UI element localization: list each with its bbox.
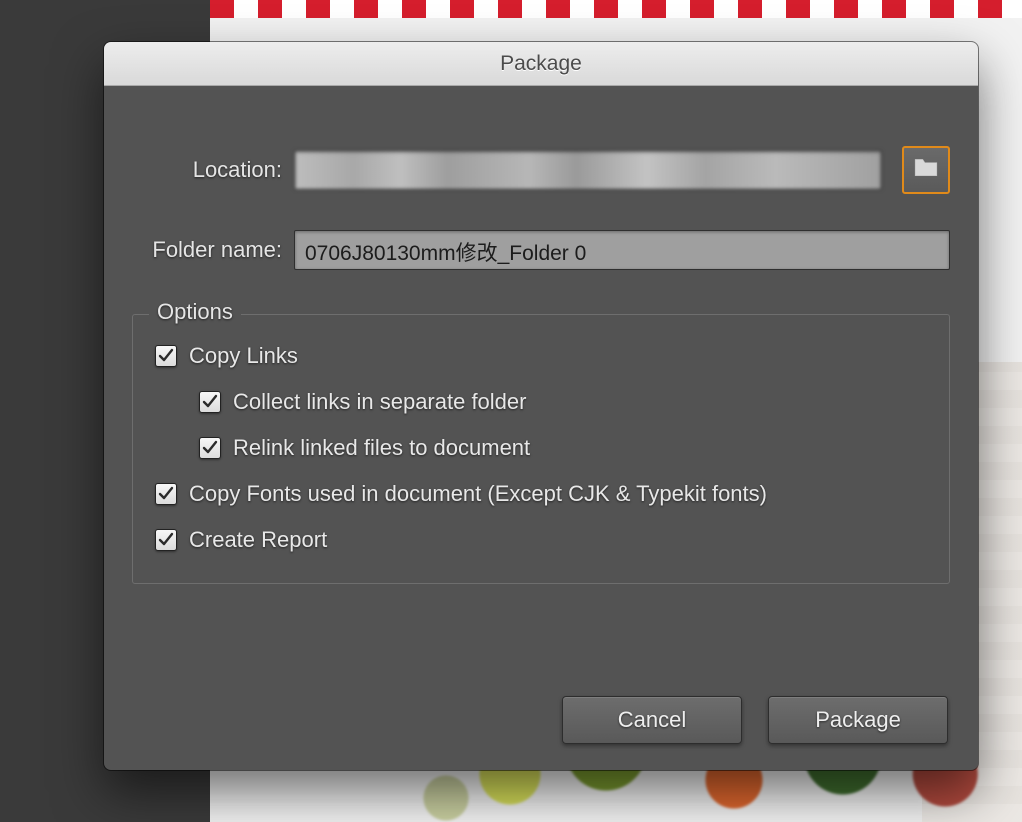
copy-links-checkbox[interactable] bbox=[155, 345, 177, 367]
package-button-label: Package bbox=[815, 707, 901, 733]
create-report-label: Create Report bbox=[189, 527, 327, 553]
copy-fonts-row: Copy Fonts used in document (Except CJK … bbox=[155, 481, 927, 507]
copy-links-row: Copy Links bbox=[155, 343, 927, 369]
options-legend: Options bbox=[149, 299, 241, 325]
package-button[interactable]: Package bbox=[768, 696, 948, 744]
browse-folder-button[interactable] bbox=[902, 146, 950, 194]
create-report-row: Create Report bbox=[155, 527, 927, 553]
relink-label: Relink linked files to document bbox=[233, 435, 530, 461]
copy-fonts-checkbox[interactable] bbox=[155, 483, 177, 505]
cancel-button[interactable]: Cancel bbox=[562, 696, 742, 744]
location-field[interactable] bbox=[294, 150, 882, 190]
folder-name-label: Folder name: bbox=[132, 237, 294, 263]
dialog-titlebar: Package bbox=[104, 42, 978, 86]
relink-checkbox[interactable] bbox=[199, 437, 221, 459]
cancel-button-label: Cancel bbox=[618, 707, 686, 733]
options-group: Options Copy Links Collect links in sepa… bbox=[132, 314, 950, 584]
dialog-body: Location: Folder name: Options Copy Link bbox=[104, 86, 978, 584]
location-label: Location: bbox=[132, 157, 294, 183]
collect-links-checkbox[interactable] bbox=[199, 391, 221, 413]
folder-name-input[interactable] bbox=[294, 230, 950, 270]
collect-links-label: Collect links in separate folder bbox=[233, 389, 526, 415]
folder-name-row: Folder name: bbox=[132, 230, 950, 270]
dialog-footer: Cancel Package bbox=[562, 696, 948, 744]
folder-icon bbox=[913, 156, 939, 184]
create-report-checkbox[interactable] bbox=[155, 529, 177, 551]
dialog-title: Package bbox=[500, 52, 582, 76]
copy-links-label: Copy Links bbox=[189, 343, 298, 369]
bg-stripe-pattern bbox=[210, 0, 1022, 18]
location-row: Location: bbox=[132, 146, 950, 194]
relink-row: Relink linked files to document bbox=[199, 435, 927, 461]
collect-links-row: Collect links in separate folder bbox=[199, 389, 927, 415]
copy-fonts-label: Copy Fonts used in document (Except CJK … bbox=[189, 481, 767, 507]
package-dialog: Package Location: Folder name: Options bbox=[104, 42, 978, 770]
